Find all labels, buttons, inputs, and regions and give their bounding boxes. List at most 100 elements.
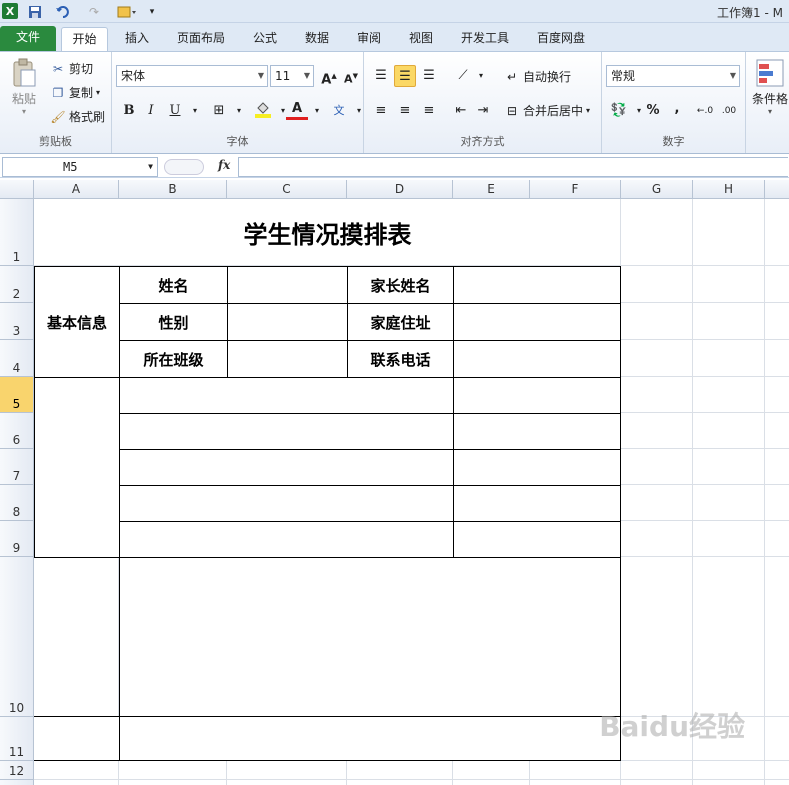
table-row[interactable] bbox=[453, 521, 621, 558]
undo-icon[interactable] bbox=[50, 3, 76, 20]
align-bottom-icon[interactable]: ☰ bbox=[418, 65, 440, 87]
fill-color-icon[interactable] bbox=[252, 100, 274, 122]
increase-decimal-icon[interactable]: ←.0 bbox=[694, 100, 716, 122]
decrease-decimal-icon[interactable]: .00 bbox=[718, 100, 740, 122]
font-color-icon[interactable]: A bbox=[286, 100, 308, 120]
tab-page-layout[interactable]: 页面布局 bbox=[170, 27, 232, 51]
parent-name-label-cell[interactable]: 家长姓名 bbox=[347, 266, 454, 304]
column-header-e[interactable]: E bbox=[453, 180, 530, 199]
align-top-icon[interactable]: ☰ bbox=[370, 65, 392, 87]
orientation-dropdown-icon[interactable]: ▾ bbox=[470, 65, 492, 87]
insert-function-icon[interactable]: fx bbox=[218, 158, 230, 172]
percent-button[interactable]: % bbox=[642, 100, 664, 122]
tab-data[interactable]: 数据 bbox=[298, 27, 336, 51]
section-a-cell[interactable] bbox=[34, 377, 120, 558]
phone-value-cell[interactable] bbox=[453, 340, 621, 378]
column-header-b[interactable]: B bbox=[119, 180, 227, 199]
column-header-g[interactable]: G bbox=[621, 180, 693, 199]
row-header-9[interactable]: 9 bbox=[0, 521, 34, 557]
number-format-select[interactable]: 常规 ▼ bbox=[606, 65, 740, 87]
column-header-h[interactable]: H bbox=[693, 180, 765, 199]
border-icon[interactable]: ⊞ bbox=[208, 100, 230, 122]
class-label-cell[interactable]: 所在班级 bbox=[119, 340, 228, 378]
align-right-icon[interactable]: ≡ bbox=[418, 100, 440, 122]
column-header-c[interactable]: C bbox=[227, 180, 347, 199]
table-row[interactable] bbox=[453, 377, 621, 414]
bold-button[interactable]: B bbox=[118, 100, 140, 122]
toolbar-dropdown-icon[interactable]: ▾ bbox=[146, 3, 158, 20]
paste-button[interactable]: 粘贴 ▾ bbox=[8, 58, 40, 116]
row-header-11[interactable]: 11 bbox=[0, 717, 34, 761]
redo-icon[interactable]: ↷ bbox=[82, 3, 106, 20]
align-center-icon[interactable]: ≡ bbox=[394, 100, 416, 122]
table-row[interactable] bbox=[119, 413, 454, 450]
address-value-cell[interactable] bbox=[453, 303, 621, 341]
currency-icon[interactable]: 💱 bbox=[608, 100, 630, 122]
phone-label-cell[interactable]: 联系电话 bbox=[347, 340, 454, 378]
conditional-format-button[interactable]: 条件格 ▾ bbox=[752, 58, 788, 116]
increase-indent-icon[interactable]: ⇥ bbox=[472, 100, 494, 122]
sheet-title-cell[interactable]: 学生情况摸排表 bbox=[35, 199, 620, 265]
class-value-cell[interactable] bbox=[227, 340, 348, 378]
phonetic-icon[interactable]: 文 bbox=[328, 100, 350, 122]
row-header-6[interactable]: 6 bbox=[0, 413, 34, 449]
row-header-7[interactable]: 7 bbox=[0, 449, 34, 485]
table-row[interactable] bbox=[119, 449, 454, 486]
select-all-corner[interactable] bbox=[0, 180, 34, 199]
increase-font-icon[interactable]: A▲ bbox=[318, 65, 340, 87]
save-icon[interactable] bbox=[26, 3, 44, 20]
decrease-font-icon[interactable]: A▼ bbox=[340, 65, 362, 87]
row-header-2[interactable]: 2 bbox=[0, 266, 34, 303]
merge-center-button[interactable]: ⊟ 合并后居中 ▾ bbox=[504, 102, 590, 119]
formula-bar-resize-handle[interactable] bbox=[164, 159, 204, 175]
row-header-8[interactable]: 8 bbox=[0, 485, 34, 521]
italic-button[interactable]: I bbox=[140, 100, 162, 122]
column-header-d[interactable]: D bbox=[347, 180, 453, 199]
column-header-next[interactable] bbox=[765, 180, 789, 199]
tab-formulas[interactable]: 公式 bbox=[246, 27, 284, 51]
row-header-5[interactable]: 5 bbox=[0, 377, 34, 413]
spreadsheet-grid[interactable]: A B C D E F G H 1 2 3 4 5 6 7 8 9 10 11 … bbox=[0, 180, 789, 785]
tab-baidu-netdisk[interactable]: 百度网盘 bbox=[530, 27, 592, 51]
tab-developer[interactable]: 开发工具 bbox=[454, 27, 516, 51]
row10-content-cell[interactable] bbox=[119, 557, 621, 717]
tab-file[interactable]: 文件 bbox=[0, 26, 56, 51]
tab-review[interactable]: 审阅 bbox=[350, 27, 388, 51]
wrap-text-button[interactable]: ↵ 自动换行 bbox=[504, 68, 571, 85]
format-painter-button[interactable]: 🖌 格式刷 bbox=[50, 108, 105, 125]
table-row[interactable] bbox=[119, 377, 454, 414]
decrease-indent-icon[interactable]: ⇤ bbox=[450, 100, 472, 122]
table-row[interactable] bbox=[119, 485, 454, 522]
name-value-cell[interactable] bbox=[227, 266, 348, 304]
excel-app-icon[interactable]: X bbox=[2, 3, 18, 19]
underline-button[interactable]: U bbox=[164, 100, 186, 122]
table-row[interactable] bbox=[453, 485, 621, 522]
name-box[interactable]: M5 ▼ bbox=[2, 157, 158, 177]
table-row[interactable] bbox=[453, 449, 621, 486]
table-row[interactable] bbox=[119, 521, 454, 558]
row11-content-cell[interactable] bbox=[119, 716, 621, 761]
name-label-cell[interactable]: 姓名 bbox=[119, 266, 228, 304]
column-header-a[interactable]: A bbox=[34, 180, 119, 199]
row-header-4[interactable]: 4 bbox=[0, 340, 34, 377]
align-middle-icon[interactable]: ☰ bbox=[394, 65, 416, 87]
font-color-dropdown-icon[interactable]: ▾ bbox=[306, 100, 328, 122]
column-header-f[interactable]: F bbox=[530, 180, 621, 199]
row-header-3[interactable]: 3 bbox=[0, 303, 34, 340]
gender-label-cell[interactable]: 性别 bbox=[119, 303, 228, 341]
customize-toolbar-icon[interactable] bbox=[112, 3, 142, 20]
table-row[interactable] bbox=[453, 413, 621, 450]
underline-dropdown-icon[interactable]: ▾ bbox=[184, 100, 206, 122]
copy-button[interactable]: ❐ 复制 ▾ bbox=[50, 84, 100, 101]
tab-insert[interactable]: 插入 bbox=[118, 27, 156, 51]
row-header-13[interactable] bbox=[0, 780, 34, 785]
row-header-12[interactable]: 12 bbox=[0, 761, 34, 780]
parent-name-value-cell[interactable] bbox=[453, 266, 621, 304]
border-dropdown-icon[interactable]: ▾ bbox=[228, 100, 250, 122]
gender-value-cell[interactable] bbox=[227, 303, 348, 341]
address-label-cell[interactable]: 家庭住址 bbox=[347, 303, 454, 341]
cut-button[interactable]: ✂ 剪切 bbox=[50, 60, 93, 77]
align-left-icon[interactable]: ≡ bbox=[370, 100, 392, 122]
font-size-select[interactable]: 11 ▼ bbox=[270, 65, 314, 87]
tab-home[interactable]: 开始 bbox=[61, 27, 108, 51]
